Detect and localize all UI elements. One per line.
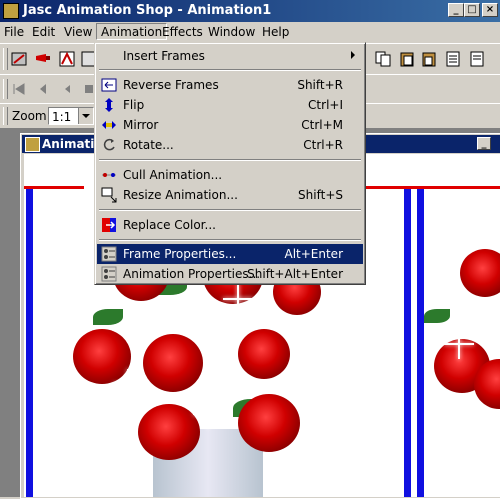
child-minimize-button[interactable]: _ xyxy=(477,137,491,150)
menu-effects[interactable]: Effects xyxy=(162,25,203,39)
menu-item-label: Mirror xyxy=(123,118,159,132)
menu-item-rotate[interactable]: Rotate... Ctrl+R xyxy=(97,135,363,155)
animation-wizard-icon[interactable] xyxy=(10,50,28,68)
sparkle xyxy=(321,319,351,349)
menu-item-flip[interactable]: Flip Ctrl+I xyxy=(97,95,363,115)
menu-separator xyxy=(99,159,361,161)
cull-animation-icon xyxy=(102,173,116,177)
paste-icon[interactable] xyxy=(398,50,416,68)
replace-color-icon xyxy=(102,218,116,232)
resize-animation-icon xyxy=(101,187,117,203)
sparkle xyxy=(444,329,474,359)
optimize-wizard-icon[interactable] xyxy=(58,50,76,68)
menu-item-resize-animation[interactable]: Resize Animation... Shift+S xyxy=(97,185,363,205)
menu-item-shortcut: Shift+R xyxy=(297,78,343,92)
menu-view[interactable]: View xyxy=(64,25,92,39)
rose xyxy=(138,404,200,460)
menu-item-animation-properties[interactable]: Animation Properties... Shift+Alt+Enter xyxy=(97,264,363,284)
menu-item-label: Replace Color... xyxy=(123,218,216,232)
reverse-frames-icon xyxy=(101,78,117,92)
menu-item-label: Flip xyxy=(123,98,145,112)
menu-item-mirror[interactable]: Mirror Ctrl+M xyxy=(97,115,363,135)
menu-item-shortcut: Ctrl+I xyxy=(308,98,343,112)
rose xyxy=(460,249,500,297)
menu-animation[interactable]: Animation xyxy=(96,23,168,40)
menu-item-label: Rotate... xyxy=(123,138,174,152)
rotate-icon xyxy=(103,138,115,151)
menu-item-label: Animation Properties... xyxy=(123,267,261,281)
paste-new-icon[interactable] xyxy=(420,50,438,68)
menu-item-shortcut: Shift+Alt+Enter xyxy=(247,267,343,281)
leaf xyxy=(93,309,123,325)
previous-frame-icon[interactable] xyxy=(34,80,52,98)
menu-separator xyxy=(99,209,361,211)
title-bar: Jasc Animation Shop - Animation1 _ □ × xyxy=(0,0,500,22)
sparkle xyxy=(113,369,143,399)
menu-item-shortcut: Alt+Enter xyxy=(284,247,343,261)
sparkle xyxy=(223,284,253,314)
menu-window[interactable]: Window xyxy=(208,25,255,39)
menu-item-insert-frames[interactable]: Insert Frames xyxy=(97,46,363,66)
rose xyxy=(143,334,203,392)
frame-properties-icon xyxy=(101,246,117,262)
menu-file[interactable]: File xyxy=(4,25,24,39)
zoom-select[interactable]: 1:1 xyxy=(48,107,94,125)
copy-icon[interactable] xyxy=(374,50,392,68)
sparkle xyxy=(193,399,223,429)
zoom-label: Zoom: xyxy=(12,109,51,123)
minimize-button[interactable]: _ xyxy=(448,3,464,17)
close-button[interactable]: × xyxy=(482,3,498,17)
menu-item-shortcut: Ctrl+M xyxy=(301,118,343,132)
menu-separator xyxy=(99,239,361,241)
rose xyxy=(238,394,300,452)
menu-help[interactable]: Help xyxy=(262,25,289,39)
menu-item-label: Reverse Frames xyxy=(123,78,219,92)
frame-2-image[interactable] xyxy=(424,189,500,497)
first-frame-icon[interactable] xyxy=(10,80,28,98)
menu-separator xyxy=(99,69,361,71)
menu-edit[interactable]: Edit xyxy=(32,25,55,39)
leaf xyxy=(424,309,450,323)
menu-item-replace-color[interactable]: Replace Color... xyxy=(97,215,363,235)
animation-properties-icon xyxy=(101,266,117,282)
document-icon[interactable] xyxy=(25,137,40,152)
paste-before-icon[interactable] xyxy=(444,50,462,68)
menu-bar: File Edit View Animation Effects Window … xyxy=(0,22,500,42)
submenu-arrow-icon xyxy=(351,51,355,59)
maximize-button[interactable]: □ xyxy=(464,3,480,17)
toolbar-grip[interactable] xyxy=(3,48,8,70)
menu-item-reverse-frames[interactable]: Reverse Frames Shift+R xyxy=(97,75,363,95)
play-back-icon[interactable] xyxy=(58,80,76,98)
zoom-value: 1:1 xyxy=(52,110,72,124)
menu-item-label: Frame Properties... xyxy=(123,247,237,261)
toolbar-grip[interactable] xyxy=(3,107,8,125)
app-icon[interactable] xyxy=(3,3,19,19)
menu-item-shortcut: Ctrl+R xyxy=(303,138,343,152)
menu-item-shortcut: Shift+S xyxy=(298,188,343,202)
menu-item-label: Cull Animation... xyxy=(123,168,223,182)
banner-wizard-icon[interactable] xyxy=(34,50,52,68)
flip-icon xyxy=(105,98,113,112)
rose xyxy=(238,329,290,379)
menu-item-frame-properties[interactable]: Frame Properties... Alt+Enter xyxy=(97,244,363,264)
animation-menu: Insert Frames Reverse Frames Shift+R Fli… xyxy=(94,42,366,285)
menu-item-label: Insert Frames xyxy=(123,49,205,63)
chevron-down-icon[interactable] xyxy=(78,108,93,124)
window-title: Jasc Animation Shop - Animation1 xyxy=(23,3,272,18)
mirror-icon xyxy=(102,121,116,129)
toolbar-grip[interactable] xyxy=(3,79,8,99)
menu-item-cull-animation[interactable]: Cull Animation... xyxy=(97,165,363,185)
paste-after-icon[interactable] xyxy=(468,50,486,68)
menu-item-label: Resize Animation... xyxy=(123,188,238,202)
